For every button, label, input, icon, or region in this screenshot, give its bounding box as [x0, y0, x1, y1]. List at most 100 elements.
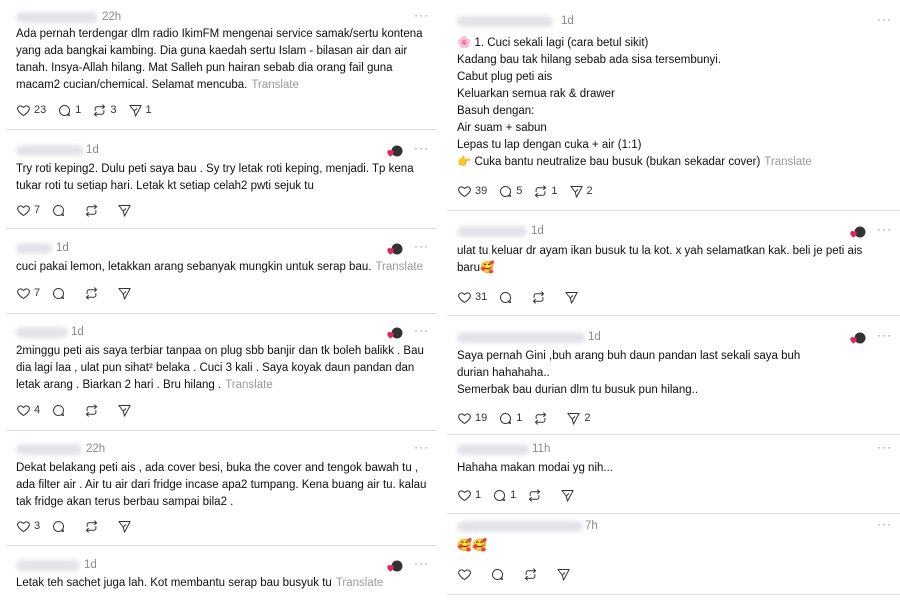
- author-liked-icon: [387, 560, 403, 572]
- share-button[interactable]: 2: [566, 409, 591, 427]
- reply-count: 1: [516, 412, 523, 424]
- more-options-icon[interactable]: ···: [414, 8, 429, 22]
- blurred-username[interactable]: [457, 332, 585, 343]
- post-text: cuci pakai lemon, letakkan arang sebanya…: [16, 261, 423, 273]
- post-time: 1d: [71, 326, 84, 338]
- reply-button[interactable]: [51, 284, 66, 302]
- repost-icon: [529, 488, 541, 502]
- post-header: 22h ···: [16, 8, 429, 26]
- more-options-icon[interactable]: ···: [414, 323, 429, 337]
- more-options-icon[interactable]: ···: [414, 440, 429, 454]
- repost-icon: [535, 411, 547, 425]
- like-button[interactable]: 39: [457, 182, 487, 200]
- post-actions: 7: [16, 201, 143, 219]
- blurred-username[interactable]: [457, 444, 529, 455]
- reply-count: 1: [75, 104, 82, 116]
- more-options-icon[interactable]: ···: [877, 222, 892, 236]
- translate-link[interactable]: Translate: [336, 577, 384, 589]
- comment-icon: [53, 287, 65, 299]
- blurred-username[interactable]: [16, 327, 68, 338]
- post-text: Hahaha makan modai yg nih...: [457, 462, 613, 474]
- repost-button[interactable]: 3: [92, 101, 117, 119]
- reply-button[interactable]: [51, 401, 66, 419]
- blurred-username[interactable]: [16, 243, 52, 254]
- post-actions: 31: [457, 288, 590, 306]
- repost-button[interactable]: [84, 284, 99, 302]
- reply-button[interactable]: [498, 288, 513, 306]
- reply-post: 1d ··· 2minggu peti ais saya terbiar tan…: [6, 315, 437, 431]
- like-button[interactable]: 7: [16, 201, 40, 219]
- like-button[interactable]: 4: [16, 401, 40, 419]
- repost-button[interactable]: 1: [533, 182, 558, 200]
- like-button[interactable]: 7: [16, 284, 40, 302]
- more-options-icon[interactable]: ···: [877, 440, 892, 454]
- more-options-icon[interactable]: ···: [877, 328, 892, 342]
- share-button[interactable]: [560, 486, 575, 504]
- blurred-username[interactable]: [16, 444, 82, 455]
- reply-post: 22h ··· Dekat belakang peti ais , ada co…: [6, 432, 437, 546]
- translate-link[interactable]: Translate: [375, 261, 423, 273]
- like-count: 23: [34, 104, 47, 116]
- like-button[interactable]: [457, 565, 472, 583]
- reply-button[interactable]: 1: [498, 409, 522, 427]
- share-button[interactable]: [117, 401, 132, 419]
- repost-button[interactable]: [523, 565, 538, 583]
- post-header: 7h ···: [457, 517, 892, 535]
- repost-button[interactable]: [84, 517, 99, 535]
- more-options-icon[interactable]: ···: [414, 141, 429, 155]
- share-button[interactable]: [117, 517, 132, 535]
- share-count: 1: [145, 104, 152, 116]
- like-button[interactable]: 3: [16, 517, 40, 535]
- blurred-username[interactable]: [16, 12, 98, 23]
- repost-icon: [525, 567, 536, 581]
- post-actions: 39 5 1 2: [457, 182, 604, 200]
- post-time: 11h: [532, 443, 551, 455]
- blurred-username[interactable]: [457, 226, 527, 237]
- repost-button[interactable]: [84, 201, 99, 219]
- heart-icon: [17, 104, 30, 116]
- post-header: 1d ···: [457, 222, 892, 240]
- share-button[interactable]: [564, 288, 579, 306]
- repost-icon: [86, 403, 98, 417]
- share-button[interactable]: [117, 201, 132, 219]
- repost-button[interactable]: [531, 288, 546, 306]
- share-button[interactable]: 1: [128, 101, 152, 119]
- like-count: 1: [475, 489, 482, 501]
- more-options-icon[interactable]: ···: [877, 517, 892, 531]
- more-options-icon[interactable]: ···: [414, 239, 429, 253]
- reply-button[interactable]: 1: [492, 486, 516, 504]
- repost-button[interactable]: [84, 401, 99, 419]
- repost-icon: [86, 286, 98, 300]
- blurred-username[interactable]: [457, 521, 583, 532]
- like-count: 7: [34, 204, 41, 216]
- like-button[interactable]: 31: [457, 288, 487, 306]
- translate-link[interactable]: Translate: [225, 379, 273, 391]
- repost-button[interactable]: [527, 486, 542, 504]
- share-button[interactable]: [117, 284, 132, 302]
- share-button[interactable]: [556, 565, 571, 583]
- author-liked-icon: [850, 226, 866, 238]
- send-icon: [565, 291, 578, 304]
- reply-button[interactable]: [490, 565, 505, 583]
- blurred-username[interactable]: [457, 16, 553, 27]
- blurred-username[interactable]: [16, 560, 80, 571]
- reply-button[interactable]: [51, 517, 66, 535]
- like-button[interactable]: 1: [457, 486, 481, 504]
- translate-link[interactable]: Translate: [251, 79, 299, 91]
- post-time: 1d: [531, 225, 544, 237]
- like-button[interactable]: 19: [457, 409, 487, 427]
- comment-icon: [500, 291, 512, 303]
- send-icon: [561, 489, 574, 502]
- like-button[interactable]: 23: [16, 101, 46, 119]
- blurred-username[interactable]: [16, 145, 84, 156]
- post-time: 1d: [86, 144, 99, 156]
- more-options-icon[interactable]: ···: [877, 12, 892, 26]
- reply-button[interactable]: 1: [57, 101, 81, 119]
- repost-button[interactable]: [533, 409, 548, 427]
- reply-button[interactable]: 5: [498, 182, 522, 200]
- author-liked-icon: [387, 327, 403, 339]
- share-button[interactable]: 2: [569, 182, 593, 200]
- translate-link[interactable]: Translate: [764, 156, 812, 168]
- reply-button[interactable]: [51, 201, 66, 219]
- more-options-icon[interactable]: ···: [414, 556, 429, 570]
